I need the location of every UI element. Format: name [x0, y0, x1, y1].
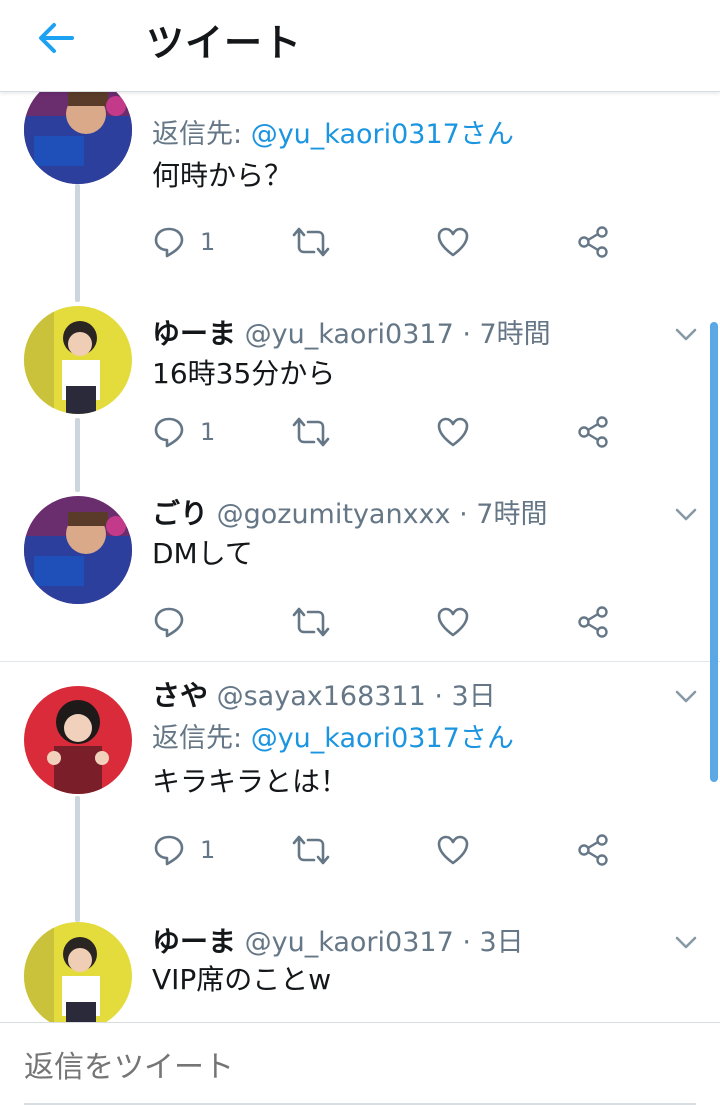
tweet-actions	[152, 602, 622, 642]
avatar[interactable]	[24, 922, 132, 1022]
like-button[interactable]	[436, 830, 470, 870]
reply-icon	[154, 835, 184, 866]
retweet-icon	[292, 835, 330, 865]
retweet-icon	[292, 417, 330, 447]
tweet[interactable]: ごり @gozumityanxxx · 7時間 DMして	[0, 492, 720, 662]
tweet-header: ごり @gozumityanxxx · 7時間	[152, 492, 547, 532]
heart-icon	[437, 227, 469, 257]
tweet-actions: 1	[152, 830, 622, 870]
display-name[interactable]: ゆーま	[152, 317, 236, 350]
mention-link[interactable]: @yu_kaori0317さん	[251, 119, 514, 150]
avatar[interactable]	[24, 686, 132, 794]
tweet-header: さや @sayax168311 · 3日	[152, 674, 496, 714]
tweet[interactable]: ゆーま @yu_kaori0317 · 7時間 16時35分から 1	[0, 302, 720, 492]
tweet-text: DMして	[152, 537, 253, 570]
tweet-text: 16時35分から	[152, 357, 336, 390]
user-handle[interactable]: @gozumityanxxx	[217, 499, 451, 530]
tweet-actions: 1	[152, 412, 622, 452]
avatar[interactable]	[24, 92, 132, 184]
arrow-left-icon	[39, 23, 74, 53]
tweet-header: ゆーま @yu_kaori0317 · 7時間	[152, 312, 551, 352]
reply-compose-bar	[0, 1022, 720, 1105]
reply-button[interactable]	[152, 602, 186, 642]
reply-icon	[154, 227, 184, 258]
share-icon	[578, 226, 608, 258]
retweet-button[interactable]	[292, 602, 330, 642]
user-handle[interactable]: @yu_kaori0317	[245, 319, 454, 350]
retweet-icon	[292, 607, 330, 637]
display-name[interactable]: ゆーま	[152, 925, 236, 958]
share-icon	[578, 834, 608, 866]
reply-button[interactable]: 1	[152, 412, 215, 452]
heart-icon	[437, 417, 469, 447]
tweet[interactable]: 返信先: @yu_kaori0317さん 何時から？ 1	[0, 92, 720, 302]
mention-link[interactable]: @yu_kaori0317さん	[251, 723, 514, 754]
tweet[interactable]: さや @sayax168311 · 3日 返信先: @yu_kaori0317さ…	[0, 672, 720, 922]
conversation-divider	[0, 661, 720, 662]
reply-count: 1	[200, 228, 216, 256]
tweet-menu-button[interactable]	[672, 686, 700, 706]
share-icon	[578, 416, 608, 448]
reply-count: 1	[200, 836, 216, 864]
heart-icon	[437, 835, 469, 865]
tweet[interactable]: ゆーま @yu_kaori0317 · 3日 VIP席のことw	[0, 922, 720, 1022]
retweet-button[interactable]	[292, 412, 330, 452]
reply-icon	[154, 417, 184, 448]
reply-context: 返信先: @yu_kaori0317さん	[152, 716, 514, 755]
retweet-button[interactable]	[292, 222, 330, 262]
like-button[interactable]	[436, 412, 470, 452]
tweet-menu-button[interactable]	[672, 504, 700, 524]
tweet-menu-button[interactable]	[672, 324, 700, 344]
reply-input[interactable]	[24, 1047, 694, 1087]
tweet-menu-button[interactable]	[672, 932, 700, 952]
tweet-text: VIP席のことw	[152, 963, 332, 996]
avatar[interactable]	[24, 306, 132, 414]
tweet-actions: 1	[152, 222, 622, 262]
chevron-down-icon	[675, 328, 697, 341]
share-button[interactable]	[576, 412, 610, 452]
tweet-header: ゆーま @yu_kaori0317 · 3日	[152, 920, 524, 960]
tweet-time: · 3日	[434, 681, 496, 712]
display-name[interactable]: さや	[152, 679, 208, 712]
tweet-text: 何時から？	[152, 159, 293, 192]
share-button[interactable]	[576, 222, 610, 262]
page-title: ツイート	[146, 21, 303, 65]
user-handle[interactable]: @yu_kaori0317	[245, 927, 454, 958]
reply-context: 返信先: @yu_kaori0317さん	[152, 112, 514, 151]
like-button[interactable]	[436, 602, 470, 642]
chevron-down-icon	[675, 508, 697, 521]
like-button[interactable]	[436, 222, 470, 262]
avatar[interactable]	[24, 496, 132, 604]
top-app-bar: ツイート	[0, 0, 720, 92]
tweet-time: · 7時間	[462, 319, 551, 350]
tweet-time: · 7時間	[459, 499, 548, 530]
reply-count: 1	[200, 418, 216, 446]
retweet-button[interactable]	[292, 830, 330, 870]
chevron-down-icon	[675, 690, 697, 703]
display-name[interactable]: ごり	[152, 497, 208, 530]
reply-icon	[154, 607, 184, 638]
back-button[interactable]	[34, 18, 78, 58]
retweet-icon	[292, 227, 330, 257]
reply-prefix-label: 返信先:	[152, 119, 251, 150]
conversation-thread[interactable]: 返信先: @yu_kaori0317さん 何時から？ 1 ゆーま @yu_kao…	[0, 92, 720, 1022]
reply-prefix-label: 返信先:	[152, 723, 251, 754]
chevron-down-icon	[675, 936, 697, 949]
share-icon	[578, 606, 608, 638]
tweet-time: · 3日	[462, 927, 524, 958]
reply-button[interactable]: 1	[152, 830, 215, 870]
user-handle[interactable]: @sayax168311	[217, 681, 426, 712]
scrollbar[interactable]	[710, 322, 718, 782]
share-button[interactable]	[576, 602, 610, 642]
share-button[interactable]	[576, 830, 610, 870]
heart-icon	[437, 607, 469, 637]
tweet-text: キラキラとは！	[152, 765, 349, 798]
reply-button[interactable]: 1	[152, 222, 215, 262]
